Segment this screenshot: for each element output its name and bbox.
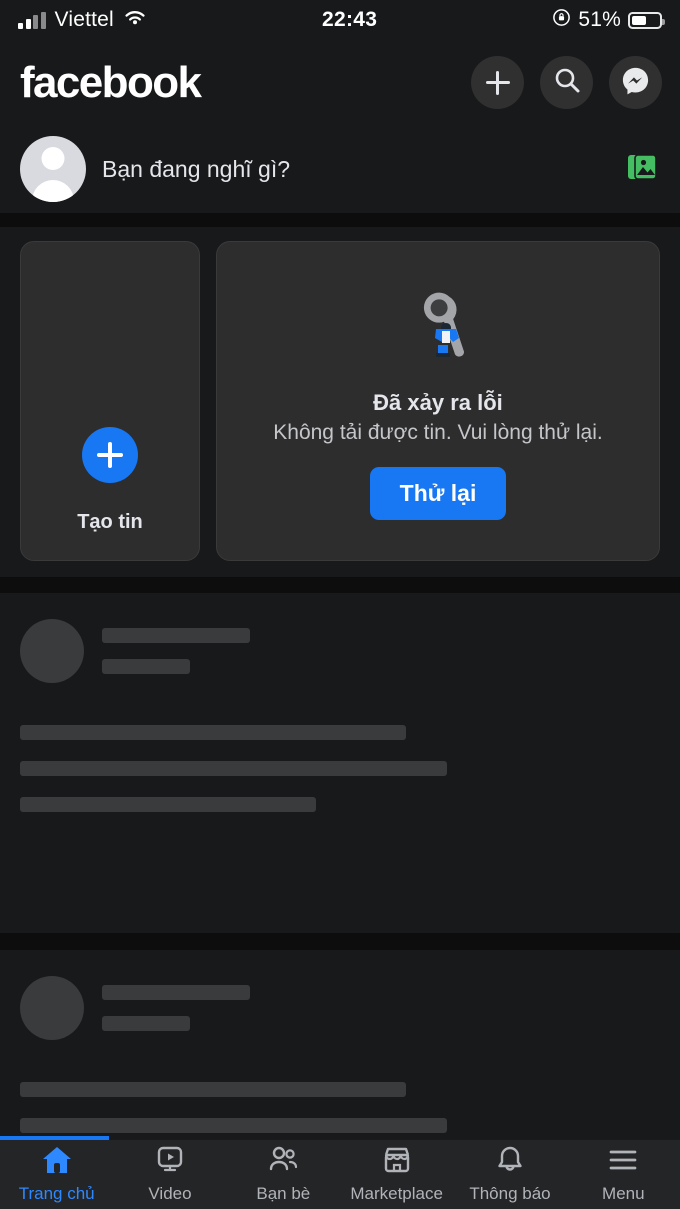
status-bar-center: 22:43 <box>147 8 552 32</box>
plus-icon <box>485 70 510 95</box>
nav-label-marketplace: Marketplace <box>350 1184 443 1203</box>
friends-icon <box>267 1145 299 1180</box>
placeholder-bar <box>20 725 406 740</box>
stories-error-card: Đã xảy ra lỗi Không tải được tin. Vui lò… <box>216 241 660 561</box>
carrier-name: Viettel <box>54 8 114 31</box>
placeholder-post <box>0 950 680 1133</box>
marketplace-icon <box>381 1145 413 1180</box>
facebook-app-screen: Viettel 22:43 51% facebook Bạn đang nghĩ… <box>0 0 680 1209</box>
avatar[interactable] <box>20 136 86 202</box>
bell-icon <box>494 1145 526 1180</box>
plus-button[interactable] <box>471 56 524 109</box>
placeholder-bar <box>102 1016 190 1031</box>
placeholder-avatar <box>20 619 84 683</box>
placeholder-name-lines <box>102 985 250 1031</box>
error-subtitle: Không tải được tin. Vui lòng thử lại. <box>273 420 603 444</box>
rotation-lock-icon <box>552 8 571 32</box>
hamburger-menu-icon <box>607 1145 639 1180</box>
home-icon <box>41 1145 73 1180</box>
search-button[interactable] <box>540 56 593 109</box>
placeholder-name-lines <box>102 628 250 674</box>
header-actions <box>471 56 662 109</box>
placeholder-bar <box>20 761 447 776</box>
messenger-icon <box>620 65 651 101</box>
photo-gallery-icon[interactable] <box>624 149 660 190</box>
plus-icon <box>97 442 123 468</box>
post-composer[interactable]: Bạn đang nghĩ gì? <box>0 125 680 213</box>
search-icon <box>553 66 581 99</box>
retry-button[interactable]: Thử lại <box>369 466 507 520</box>
nav-label-menu: Menu <box>602 1184 645 1203</box>
error-title: Đã xảy ra lỗi <box>373 389 503 415</box>
nav-item-video[interactable]: Video <box>113 1145 226 1204</box>
nav-label-home: Trang chủ <box>18 1184 95 1203</box>
stories-section: Tạo tin Đã xảy ra lỗi Không tải được tin… <box>0 227 680 577</box>
placeholder-post-body <box>20 1082 660 1133</box>
placeholder-post-body <box>20 725 660 812</box>
section-divider-stories <box>0 577 680 593</box>
app-header: facebook <box>0 40 680 125</box>
placeholder-bar <box>20 1118 447 1133</box>
facebook-logo: facebook <box>20 57 202 107</box>
nav-item-menu[interactable]: Menu <box>567 1145 680 1204</box>
nav-label-video: Video <box>148 1184 192 1203</box>
placeholder-bar <box>102 659 190 674</box>
battery-icon <box>628 11 665 29</box>
placeholder-bar <box>20 1082 406 1097</box>
placeholder-bar <box>20 797 316 812</box>
section-divider-feed <box>0 933 680 950</box>
nav-item-marketplace[interactable]: Marketplace <box>340 1145 453 1204</box>
bottom-navigation: Trang chủ Video Bạn bè Marketplace Thông… <box>0 1140 680 1209</box>
placeholder-bar <box>102 985 250 1000</box>
battery-percent: 51% <box>578 8 621 31</box>
placeholder-post-header <box>20 976 660 1040</box>
composer-placeholder[interactable]: Bạn đang nghĩ gì? <box>102 156 608 183</box>
messenger-button[interactable] <box>609 56 662 109</box>
placeholder-bar <box>102 628 250 643</box>
placeholder-post <box>0 593 680 933</box>
status-bar-right: 51% <box>552 8 665 32</box>
create-story-button[interactable] <box>82 427 138 483</box>
nav-item-home[interactable]: Trang chủ <box>0 1145 113 1204</box>
status-bar-left: Viettel <box>18 8 147 32</box>
status-bar: Viettel 22:43 51% <box>0 0 680 40</box>
video-icon <box>154 1145 186 1180</box>
clock: 22:43 <box>322 8 378 31</box>
create-story-card[interactable]: Tạo tin <box>20 241 200 561</box>
signal-bars-icon <box>18 11 46 29</box>
placeholder-avatar <box>20 976 84 1040</box>
wrench-worker-icon <box>390 283 486 376</box>
placeholder-post-header <box>20 619 660 683</box>
nav-item-notifications[interactable]: Thông báo <box>453 1145 566 1204</box>
wifi-icon <box>123 9 147 32</box>
nav-label-friends: Bạn bè <box>256 1184 311 1203</box>
nav-label-notifications: Thông báo <box>469 1184 551 1203</box>
create-story-label: Tạo tin <box>77 511 143 533</box>
nav-item-friends[interactable]: Bạn bè <box>227 1145 340 1204</box>
section-divider-top <box>0 213 680 227</box>
